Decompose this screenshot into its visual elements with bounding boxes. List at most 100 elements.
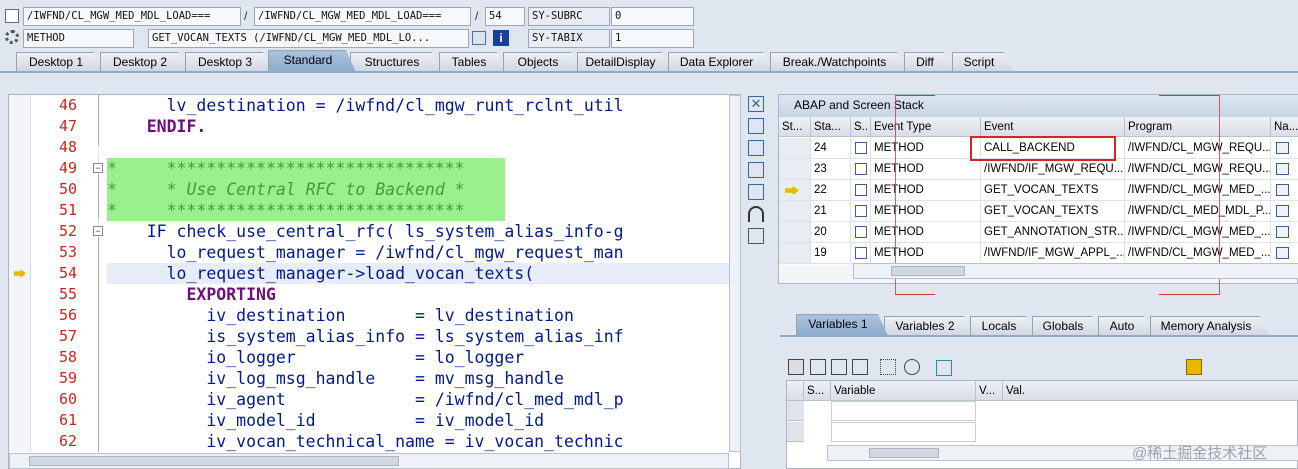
red-guide-line (895, 95, 935, 96)
code-line: 56 iv_destination = lv_destination (58, 306, 574, 325)
separator: / (475, 9, 479, 23)
col-header[interactable]: V... (976, 381, 1003, 401)
event-type-field[interactable]: METHOD (23, 29, 134, 48)
scrollbar-thumb[interactable] (891, 266, 965, 276)
col-header[interactable]: Program (1125, 117, 1271, 137)
code-line: 52 IF check_use_central_rfc( ls_system_a… (58, 222, 624, 241)
variable-input[interactable] (831, 422, 976, 442)
scrollbar-thumb[interactable] (29, 456, 399, 466)
new-window-icon[interactable] (748, 118, 764, 134)
col-header[interactable]: Na... (1271, 117, 1298, 137)
tab-standard[interactable]: Standard (268, 50, 356, 72)
code-line: 54 lo_request_manager->load_vocan_texts( (58, 264, 535, 283)
swap-icon[interactable] (748, 184, 764, 200)
tab-tables[interactable]: Tables (439, 52, 507, 72)
tab-objects[interactable]: Objects (503, 52, 581, 72)
col-header[interactable]: Variable (831, 381, 976, 401)
stack-row[interactable]: 21 METHOD GET_VOCAN_TEXTS/IWFND/CL_MED_MDL… (779, 201, 1298, 222)
program-field[interactable]: /IWFND/CL_MGW_MED_MDL_LOAD=== (23, 7, 241, 26)
list-icon[interactable] (831, 359, 847, 375)
col-header[interactable]: Val. (1003, 381, 1298, 401)
tab-globals[interactable]: Globals (1032, 316, 1102, 336)
stack-cell-program: /IWFND/CL_MGW_MED_... (1125, 222, 1271, 243)
display-icon[interactable] (472, 31, 486, 45)
navigate-icon[interactable] (1276, 247, 1289, 259)
code-line: 49 * ****************************** (58, 159, 465, 178)
code-line: 46 lv_destination = /iwfnd/cl_mgw_runt_r… (58, 96, 624, 115)
info-icon[interactable]: i (493, 30, 509, 46)
list-icon[interactable] (810, 359, 826, 375)
method-icon (855, 247, 867, 259)
stack-cell-program: /IWFND/CL_MGW_MED_... (1125, 180, 1271, 201)
navigate-icon[interactable] (1276, 226, 1289, 238)
tab-breakpoints[interactable]: Break./Watchpoints (770, 52, 907, 72)
stack-panel: ABAP and Screen Stack St... Sta... S.. E… (778, 94, 1298, 295)
stack-cell-type: METHOD (871, 222, 981, 243)
hierarchy-icon[interactable] (880, 359, 896, 375)
stack-cell-type: METHOD (871, 159, 981, 180)
sysfield-value-2[interactable]: 1 (611, 29, 694, 48)
sysfield-value[interactable]: 0 (611, 7, 694, 26)
col-header[interactable]: St... (779, 117, 811, 137)
include-field[interactable]: /IWFND/CL_MGW_MED_MDL_LOAD=== (254, 7, 471, 26)
code-line: 57 is_system_alias_info = ls_system_alia… (58, 327, 624, 346)
col-header[interactable]: S... (804, 381, 831, 401)
stack-row[interactable]: 23 METHOD/IWFND/IF_MGW_REQU.../IWFND/CL_M… (779, 159, 1298, 180)
source-code-panel[interactable]: − − 46 lv_destination = /iwfnd/cl_mgw_ru… (8, 94, 741, 469)
col-header[interactable]: Sta... (811, 117, 851, 137)
method-icon (855, 163, 867, 175)
tab-desktop-1[interactable]: Desktop 1 (16, 52, 104, 72)
navigate-icon[interactable] (1276, 205, 1289, 217)
tab-memory-analysis[interactable]: Memory Analysis (1150, 316, 1270, 336)
stack-cell-event: /IWFND/IF_MGW_REQU... (981, 159, 1125, 180)
navigate-icon[interactable] (1276, 142, 1289, 154)
navigate-icon[interactable] (1276, 184, 1289, 196)
tab-desktop-2[interactable]: Desktop 2 (100, 52, 188, 72)
tab-variables-2[interactable]: Variables 2 (884, 316, 974, 336)
delete-icon[interactable] (788, 359, 804, 375)
event-field[interactable]: GET_VOCAN_TEXTS (/IWFND/CL_MGW_MED_MDL_L… (148, 29, 469, 48)
navigate-icon[interactable] (1276, 163, 1289, 175)
code-line: 62 iv_vocan_technical_name = iv_vocan_te… (58, 432, 624, 451)
method-icon (855, 142, 867, 154)
code-vertical-scrollbar[interactable] (729, 95, 741, 452)
row-selector[interactable] (787, 422, 804, 442)
headset-icon[interactable] (748, 206, 764, 222)
col-header[interactable] (787, 381, 804, 401)
tab-structures[interactable]: Structures (350, 52, 442, 72)
stack-cell-level: 24 (811, 138, 851, 159)
gear-icon (5, 30, 19, 44)
stack-row[interactable]: 19 METHOD/IWFND/IF_MGW_APPL_.../IWFND/CL_… (779, 243, 1298, 264)
tab-diff[interactable]: Diff (904, 52, 954, 72)
tag-icon[interactable] (936, 360, 952, 376)
red-guide-line (1159, 294, 1219, 295)
copy-icon[interactable] (748, 140, 764, 156)
tool-icon[interactable] (748, 228, 764, 244)
row-selector[interactable] (787, 401, 804, 421)
stack-row[interactable]: 20 METHOD GET_ANNOTATION_STR.../IWFND/CL_M… (779, 222, 1298, 243)
line-number-field[interactable]: 54 (485, 7, 525, 26)
tab-detaildisplay[interactable]: DetailDisplay (577, 52, 672, 72)
scrollbar-thumb[interactable] (869, 448, 939, 458)
tab-auto[interactable]: Auto (1098, 316, 1154, 336)
stack-cell-type: METHOD (871, 201, 981, 222)
list-icon[interactable] (852, 359, 868, 375)
close-icon[interactable]: ✕ (748, 96, 764, 112)
col-header[interactable]: Event Type (871, 117, 981, 137)
variable-input[interactable] (831, 401, 976, 421)
tab-desktop-3[interactable]: Desktop 3 (185, 52, 273, 72)
tab-locals[interactable]: Locals (970, 316, 1036, 336)
method-icon (855, 184, 867, 196)
move-icon[interactable] (904, 359, 920, 375)
stack-cell-type: METHOD (871, 138, 981, 159)
maximize-icon[interactable] (748, 162, 764, 178)
stack-cell-event: GET_VOCAN_TEXTS (981, 201, 1125, 222)
stack-cell-status (779, 159, 811, 180)
stack-row[interactable]: 22 METHOD GET_VOCAN_TEXTS/IWFND/CL_MGW_MED… (779, 180, 1298, 201)
tab-variables-1[interactable]: Variables 1 (796, 314, 888, 336)
tab-data-explorer[interactable]: Data Explorer (668, 52, 773, 72)
col-header[interactable]: S.. (851, 117, 871, 137)
col-header[interactable]: Event (981, 117, 1125, 137)
tab-script[interactable]: Script (952, 52, 1014, 72)
save-icon[interactable] (1186, 359, 1202, 375)
